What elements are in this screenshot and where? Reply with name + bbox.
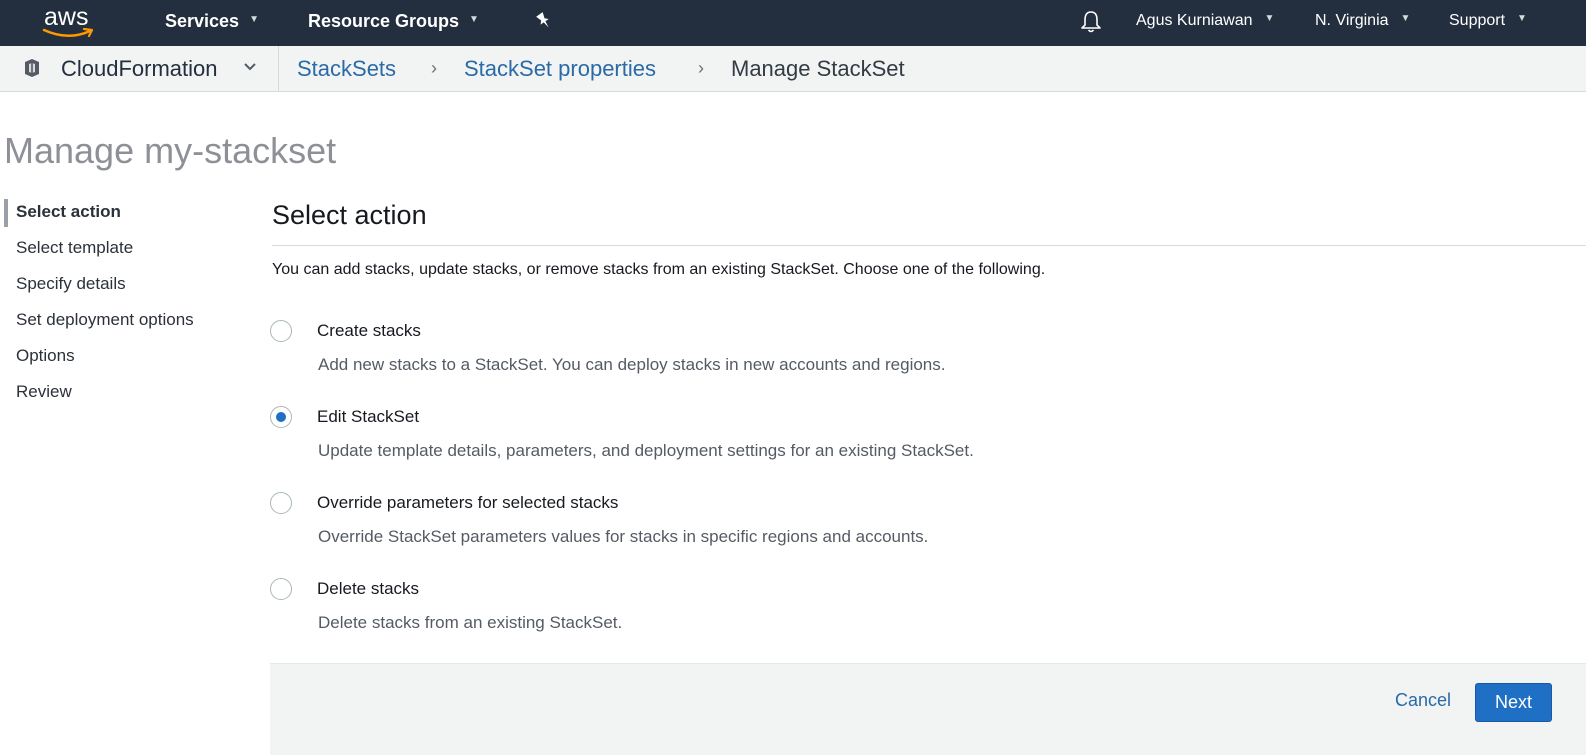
services-label: Services bbox=[165, 11, 240, 31]
bell-icon[interactable] bbox=[1079, 9, 1103, 35]
option-delete-stacks[interactable]: Delete stacks Delete stacks from an exis… bbox=[270, 578, 1570, 648]
pin-icon[interactable] bbox=[534, 11, 554, 31]
section-title: Select action bbox=[272, 200, 427, 230]
caret-down-icon: ▼ bbox=[469, 14, 479, 26]
user-menu[interactable]: Agus Kurniawan ▼ bbox=[1136, 0, 1274, 46]
support-label: Support bbox=[1449, 12, 1506, 30]
active-step-indicator bbox=[4, 199, 8, 227]
breadcrumb-separator: › bbox=[431, 58, 437, 78]
option-description: Delete stacks from an existing StackSet. bbox=[318, 613, 623, 632]
step-set-deployment-options[interactable]: Set deployment options bbox=[16, 310, 194, 330]
option-edit-stackset[interactable]: Edit StackSet Update template details, p… bbox=[270, 406, 1570, 476]
radio-delete-stacks[interactable] bbox=[270, 578, 292, 600]
radio-selected-dot bbox=[275, 411, 286, 422]
chevron-down-icon bbox=[244, 63, 256, 71]
wizard-footer bbox=[270, 663, 1586, 755]
aws-logo[interactable]: aws bbox=[40, 3, 100, 41]
page-title: Manage my-stackset bbox=[4, 130, 337, 171]
cloudformation-icon bbox=[25, 59, 39, 77]
caret-down-icon: ▼ bbox=[1517, 13, 1527, 24]
breadcrumb-stacksets[interactable]: StackSets bbox=[297, 46, 396, 91]
breadcrumb-separator: › bbox=[698, 58, 704, 78]
option-description: Override StackSet parameters values for … bbox=[318, 527, 929, 546]
option-label: Edit StackSet bbox=[317, 407, 420, 426]
next-button[interactable]: Next bbox=[1475, 683, 1552, 722]
radio-edit-stackset[interactable] bbox=[270, 406, 292, 428]
intro-text: You can add stacks, update stacks, or re… bbox=[272, 261, 1046, 278]
services-menu[interactable]: Services ▼ bbox=[165, 0, 259, 46]
caret-down-icon: ▼ bbox=[1264, 13, 1275, 24]
region-menu[interactable]: N. Virginia ▼ bbox=[1315, 0, 1410, 46]
support-menu[interactable]: Support ▼ bbox=[1449, 0, 1527, 46]
cancel-button[interactable]: Cancel bbox=[1395, 690, 1451, 711]
section-divider bbox=[272, 245, 1586, 246]
option-create-stacks[interactable]: Create stacks Add new stacks to a StackS… bbox=[270, 320, 1570, 390]
radio-create-stacks[interactable] bbox=[270, 320, 292, 342]
top-navigation-bar: aws Services ▼ Resource Groups ▼ Agus Kurn… bbox=[0, 0, 1586, 46]
breadcrumb-stackset-properties[interactable]: StackSet properties bbox=[464, 46, 656, 91]
step-options[interactable]: Options bbox=[16, 346, 75, 366]
user-label: Agus Kurniawan bbox=[1136, 12, 1253, 30]
option-description: Update template details, parameters, and… bbox=[318, 441, 974, 460]
caret-down-icon: ▼ bbox=[249, 14, 259, 26]
service-label: CloudFormation bbox=[61, 56, 218, 81]
resource-groups-menu[interactable]: Resource Groups ▼ bbox=[308, 0, 479, 46]
caret-down-icon: ▼ bbox=[1400, 13, 1411, 24]
step-select-template[interactable]: Select template bbox=[16, 238, 133, 258]
breadcrumb-current: Manage StackSet bbox=[731, 56, 905, 81]
option-override-parameters[interactable]: Override parameters for selected stacks … bbox=[270, 492, 1570, 562]
aws-smile-icon bbox=[42, 27, 94, 38]
option-description: Add new stacks to a StackSet. You can de… bbox=[318, 355, 946, 374]
radio-override-parameters[interactable] bbox=[270, 492, 292, 514]
service-breadcrumb-bar: CloudFormation StackSets › StackSet prop… bbox=[0, 46, 1586, 92]
resource-groups-label: Resource Groups bbox=[308, 11, 460, 31]
option-label: Override parameters for selected stacks bbox=[317, 493, 619, 512]
cloudformation-service-menu[interactable]: CloudFormation bbox=[0, 46, 279, 91]
option-label: Create stacks bbox=[317, 321, 421, 340]
region-label: N. Virginia bbox=[1315, 12, 1389, 30]
step-specify-details[interactable]: Specify details bbox=[16, 274, 126, 294]
step-select-action[interactable]: Select action bbox=[16, 202, 121, 222]
option-label: Delete stacks bbox=[317, 579, 420, 598]
step-review[interactable]: Review bbox=[16, 382, 72, 402]
